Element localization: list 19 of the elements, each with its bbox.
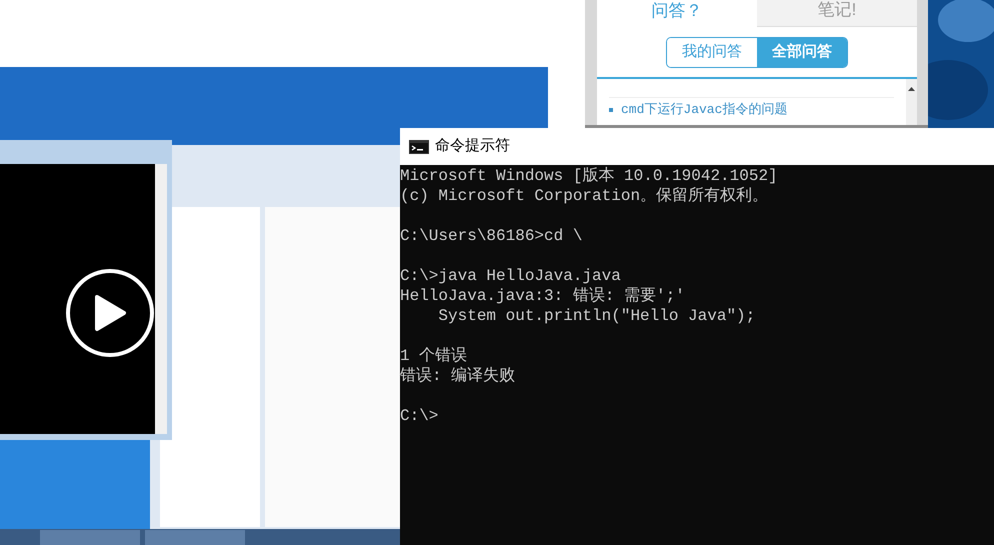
console-line: System out.println("Hello Java"); (437, 306, 756, 326)
up-arrow-icon (908, 87, 915, 91)
scrollbar[interactable] (906, 79, 917, 125)
play-button[interactable] (66, 269, 154, 357)
terminal-icon (409, 140, 429, 154)
tab[interactable]: 笔记! (757, 0, 917, 27)
console-line: 1 个错误 (400, 346, 468, 366)
bullet-icon (609, 108, 613, 112)
play-icon (93, 294, 127, 332)
filter-tab[interactable]: 全部问答 (757, 38, 847, 67)
console-line: C:\>java HelloJava.java (400, 266, 621, 286)
window-title: 命令提示符 (435, 136, 510, 156)
console-line: C:\Users\86186>cd \ (400, 226, 582, 246)
console-line: Microsoft Windows [版本 10.0.19042.1052] (400, 166, 778, 186)
console-line: HelloJava.java:3: 错误: 需要';' (400, 286, 685, 306)
console-line: (c) Microsoft Corporation。保留所有权利。 (400, 186, 768, 206)
console-line: 错误: 编译失败 (400, 366, 516, 386)
console-line: C:\> (400, 406, 438, 426)
question-link[interactable]: cmd下运行Javac指令的问题 (621, 102, 788, 117)
